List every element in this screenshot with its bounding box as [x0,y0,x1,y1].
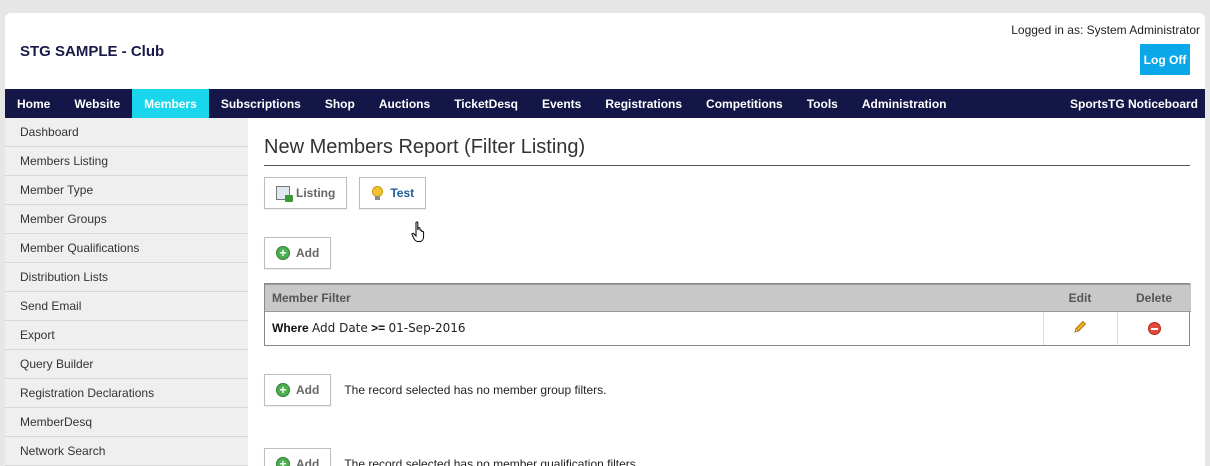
nav-shop[interactable]: Shop [313,89,367,118]
sidebar-item-export[interactable]: Export [5,321,248,350]
filter-add-row: + Add [264,237,1190,269]
delete-icon[interactable] [1147,322,1161,336]
filter-field: Add Date [312,321,368,336]
sidebar-item-network-search[interactable]: Network Search [5,437,248,466]
add-icon: + [276,456,290,466]
nav-registrations[interactable]: Registrations [593,89,694,118]
filter-table: Member Filter Edit Delete Where Add Date… [264,283,1191,346]
sidebar-item-distribution-lists[interactable]: Distribution Lists [5,263,248,292]
group-filter-row: + Add The record selected has no member … [264,373,1190,406]
col-member-filter: Member Filter [265,284,1043,312]
add-qualification-filter-button[interactable]: + Add [264,447,332,466]
filter-operator: >= [371,321,386,336]
tab-test-label: Test [390,186,415,200]
qualification-filter-note: The record selected has no member qualif… [344,456,640,466]
nav-home[interactable]: Home [5,89,62,118]
edit-cell [1042,311,1117,345]
qualification-filter-row: + Add The record selected has no member … [264,447,1190,466]
nav-noticeboard[interactable]: SportsTG Noticeboard [1070,89,1198,118]
filter-keyword: Where [272,321,309,336]
delete-cell [1116,311,1191,345]
logoff-button[interactable]: Log Off [1140,44,1190,75]
sidebar-item-member-groups[interactable]: Member Groups [5,205,248,234]
main-nav: Home Website Members Subscriptions Shop … [5,89,1205,118]
nav-competitions[interactable]: Competitions [694,89,795,118]
sidebar-item-dashboard[interactable]: Dashboard [5,118,248,147]
pencil-icon[interactable] [1072,319,1088,335]
add-icon: + [276,246,290,260]
sidebar-item-send-email[interactable]: Send Email [5,292,248,321]
table-row: Where Add Date >= 01-Sep-2016 [265,311,1191,345]
col-delete: Delete [1117,284,1191,312]
listing-icon [276,186,293,202]
add-label: Add [296,246,320,260]
sidebar-item-registration-declarations[interactable]: Registration Declarations [5,379,248,408]
sidebar-item-memberdesq[interactable]: MemberDesq [5,408,248,437]
tab-listing-label: Listing [296,186,336,200]
logged-in-text: Logged in as: System Administrator [1011,23,1200,37]
sidebar: Dashboard Members Listing Member Type Me… [5,118,248,466]
report-tabs: Listing Test [264,177,1190,209]
add-filter-button[interactable]: + Add [264,237,332,269]
nav-ticketdesq[interactable]: TicketDesq [442,89,530,118]
sidebar-item-members-listing[interactable]: Members Listing [5,147,248,176]
nav-auctions[interactable]: Auctions [367,89,442,118]
nav-members[interactable]: Members [132,89,209,118]
club-name: STG SAMPLE - Club [20,43,165,60]
filter-value: 01-Sep-2016 [388,321,466,336]
tab-listing[interactable]: Listing [264,177,348,209]
main-content: New Members Report (Filter Listing) List… [264,118,1191,466]
sidebar-item-query-builder[interactable]: Query Builder [5,350,248,379]
add-label: Add [296,382,320,397]
sidebar-item-member-qualifications[interactable]: Member Qualifications [5,234,248,263]
nav-events[interactable]: Events [530,89,593,118]
tab-test[interactable]: Test [359,177,427,209]
nav-tools[interactable]: Tools [795,89,850,118]
add-icon: + [276,382,290,397]
nav-subscriptions[interactable]: Subscriptions [209,89,313,118]
col-edit: Edit [1043,284,1117,312]
nav-administration[interactable]: Administration [850,89,959,118]
add-group-filter-button[interactable]: + Add [264,373,332,406]
group-filter-note: The record selected has no member group … [344,382,607,397]
app-frame: STG SAMPLE - Club Logged in as: System A… [5,13,1205,466]
lightbulb-icon [371,185,384,201]
add-label: Add [296,456,320,466]
hand-cursor-icon [411,221,425,242]
page-title: New Members Report (Filter Listing) [264,136,1190,166]
sidebar-item-member-type[interactable]: Member Type [5,176,248,205]
nav-website[interactable]: Website [62,89,132,118]
filter-expression: Where Add Date >= 01-Sep-2016 [265,311,1043,345]
